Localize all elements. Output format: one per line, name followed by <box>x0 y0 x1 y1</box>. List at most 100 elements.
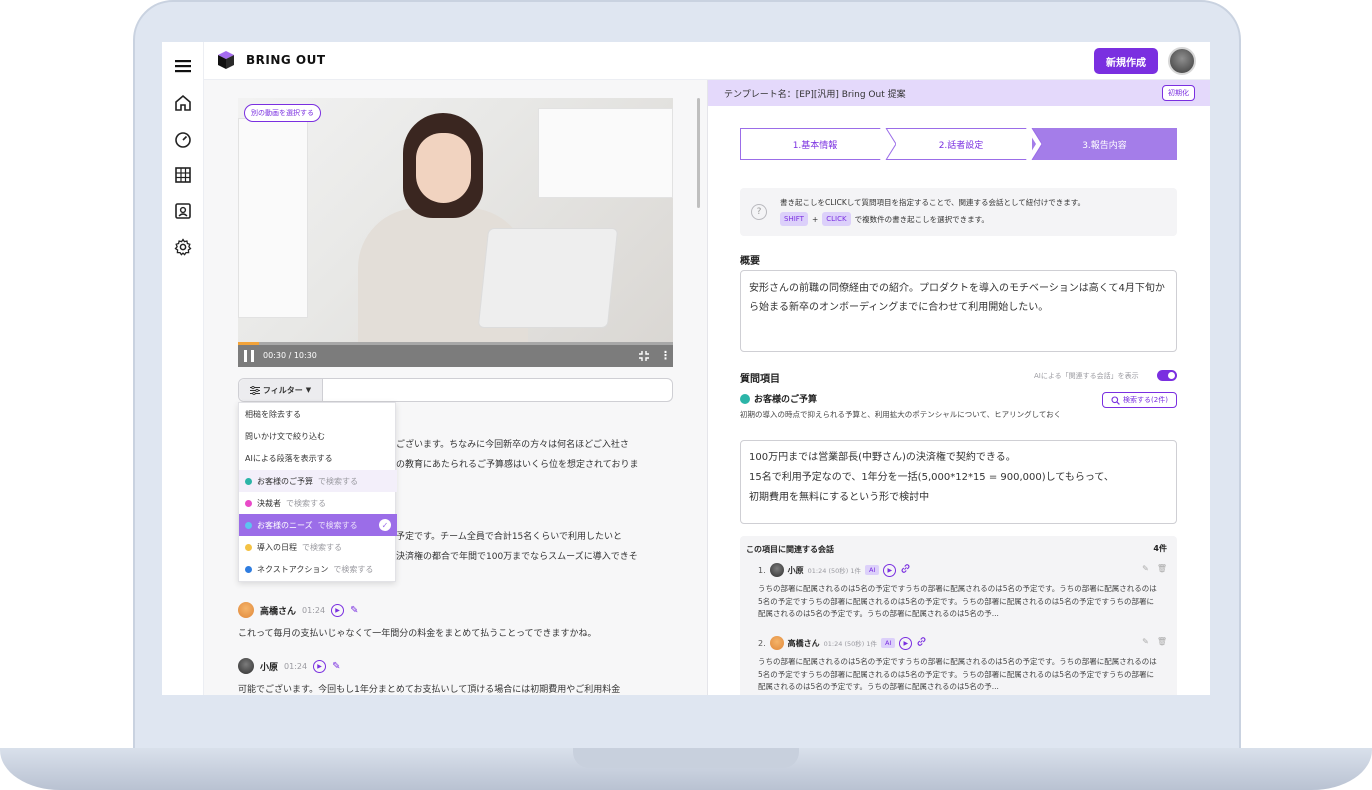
option-label: お客様のご予算 <box>257 476 313 486</box>
filter-option-question-only[interactable]: 問いかけ文で絞り込む <box>239 425 397 447</box>
hint-text: で複数件の書き起こしを選択できます。 <box>854 214 989 224</box>
trash-icon[interactable]: 🗑 <box>1157 637 1167 646</box>
help-icon: ? <box>751 204 767 220</box>
filter-option-remove-fillers[interactable]: 相槌を除去する <box>239 403 397 425</box>
answer-line: 100万円までは営業部長(中野さん)の決済権で契約できる。 <box>749 452 1016 463</box>
transcript-text[interactable]: 予定です。チーム全員で合計15名くらいで利用したいと <box>396 528 622 547</box>
bookshelf <box>238 118 308 318</box>
more-vertical-icon[interactable]: ⋮ <box>660 349 671 362</box>
new-create-button[interactable]: 新規作成 <box>1094 48 1158 74</box>
reset-button[interactable]: 初期化 <box>1162 85 1195 101</box>
edit-icon[interactable]: ✎ <box>1142 637 1149 646</box>
app-screen: BRING OUT 新規作成 別の動画を選択する 00:30 / 10:30 ⋮ <box>162 42 1210 695</box>
transcript-text[interactable]: 決済権の都合で年間で100万までならスムーズに導入できそ <box>396 548 638 567</box>
related-conversations: この項目に関連する会話 4件 1. 小原 01:24 (50秒) 1件 AI ▶… <box>740 536 1177 695</box>
option-label: お客様のニーズ <box>257 520 313 530</box>
select-other-video-button[interactable]: 別の動画を選択する <box>244 104 321 122</box>
fullscreen-exit-icon[interactable] <box>638 350 650 365</box>
hamburger-icon[interactable] <box>173 56 193 76</box>
trash-icon[interactable]: 🗑 <box>1157 564 1167 573</box>
option-sub: で検索する <box>317 520 358 530</box>
link-icon[interactable] <box>916 636 927 650</box>
transcript-text[interactable]: ございます。ちなみに今回新卒の方々は何名ほどご入社さ <box>396 436 629 455</box>
option-label: 問いかけ文で絞り込む <box>245 431 325 441</box>
home-icon[interactable] <box>173 93 193 113</box>
pause-icon[interactable] <box>244 350 254 362</box>
filter-option-budget[interactable]: お客様のご予算 で検索する <box>239 470 397 492</box>
related-item-header: 1. 小原 01:24 (50秒) 1件 AI ▶ <box>758 563 911 577</box>
step-report-content[interactable]: 3.報告内容 <box>1032 128 1177 160</box>
color-dot <box>245 543 252 551</box>
filter-button[interactable]: フィルター ▼ <box>239 379 323 401</box>
summary-textarea[interactable]: 安形さんの前職の同僚経由での紹介。プロダクトを導入のモチベーションは高くて4月下… <box>740 270 1177 352</box>
play-icon[interactable]: ▶ <box>883 563 897 577</box>
click-key: CLICK <box>822 212 851 226</box>
dashboard-icon[interactable] <box>173 129 193 149</box>
scrollbar-thumb[interactable] <box>697 98 700 208</box>
option-label: ネクストアクション <box>257 564 329 574</box>
transcript-text[interactable]: これって毎月の支払いじゃなくて一年間分の料金をまとめて払うことってできますかね。 <box>238 625 597 644</box>
speaker-time: 01:24 <box>284 661 308 671</box>
ai-badge: AI <box>880 638 896 648</box>
step-chevron <box>1026 128 1042 160</box>
brand-name: BRING OUT <box>246 53 326 67</box>
transcript-text[interactable]: の教育にあたられるご予算感はいくら位を想定されておりま <box>396 456 638 475</box>
hint-text: 書き起こしをCLICKして質問項目を指定することで、関連する会話として紐付けでき… <box>780 198 1086 207</box>
ai-related-toggle[interactable] <box>1157 370 1177 381</box>
color-dot <box>740 393 750 404</box>
edit-icon[interactable]: ✎ <box>1142 564 1149 573</box>
transcript-text[interactable]: 可能でございます。今回もし1年分まとめてお支払いして頂ける場合には初期費用やご利… <box>238 681 620 695</box>
contact-icon[interactable] <box>173 201 193 221</box>
play-icon[interactable]: ▶ <box>899 636 913 650</box>
filter-option-needs[interactable]: お客様のニーズ で検索する ✓ <box>239 514 397 536</box>
related-item-text[interactable]: うちの部署に配属されるのは5名の予定ですうちの部署に配属されるのは5名の予定です… <box>758 583 1160 621</box>
pen-icon[interactable]: ✎ <box>332 661 340 672</box>
right-pane: テンプレート名：[EP][汎用] Bring Out 提案 初期化 1.基本情報… <box>707 80 1210 695</box>
step-label: 2.話者設定 <box>938 140 984 151</box>
grid-icon[interactable] <box>173 165 193 185</box>
user-avatar[interactable] <box>1168 47 1196 75</box>
video-person-face <box>416 133 471 203</box>
link-icon[interactable] <box>900 563 911 577</box>
color-dot <box>245 477 252 485</box>
video-laptop <box>477 228 619 328</box>
related-item-tools: ✎ 🗑 <box>1142 637 1167 646</box>
step-label: 1.基本情報 <box>792 140 838 151</box>
step-chevron <box>880 128 896 160</box>
play-icon[interactable]: ▶ <box>331 603 345 617</box>
step-speaker-settings[interactable]: 2.話者設定 <box>886 128 1036 160</box>
left-rail <box>162 42 204 695</box>
related-item-tools: ✎ 🗑 <box>1142 564 1167 573</box>
search-related-button[interactable]: 検索する(2件) <box>1102 392 1177 408</box>
question-title-text: お客様のご予算 <box>754 395 818 405</box>
ai-badge: AI <box>864 565 880 575</box>
speaker-avatar <box>238 658 254 674</box>
answer-textarea[interactable]: 100万円までは営業部長(中野さん)の決済権で契約できる。 15名で利用予定なの… <box>740 440 1177 524</box>
pen-icon[interactable]: ✎ <box>350 605 358 616</box>
related-item-text[interactable]: うちの部署に配属されるのは5名の予定ですうちの部署に配属されるのは5名の予定です… <box>758 656 1160 694</box>
step-basic-info[interactable]: 1.基本情報 <box>740 128 890 160</box>
filter-bar[interactable]: フィルター ▼ <box>238 378 673 402</box>
option-label: 相槌を除去する <box>245 409 301 419</box>
play-icon[interactable]: ▶ <box>313 659 327 673</box>
related-item-number: 1. <box>758 565 766 575</box>
stepper: 1.基本情報 2.話者設定 3.報告内容 <box>740 128 1177 160</box>
filter-option-decision-maker[interactable]: 決裁者 で検索する <box>239 492 397 514</box>
speaker-name: 高橋さん <box>260 606 297 617</box>
speaker-row: 小原 01:24 ▶ ✎ <box>238 658 340 674</box>
gear-icon[interactable] <box>173 237 193 257</box>
filter-option-ai-paragraphs[interactable]: AIによる段落を表示する <box>239 447 397 469</box>
filter-option-next-action[interactable]: ネクストアクション で検索する <box>239 558 397 580</box>
option-sub: で検索する <box>302 542 342 552</box>
related-meta: 01:24 (50秒) 1件 <box>823 640 877 648</box>
laptop-notch <box>573 748 799 768</box>
option-label: 導入の日程 <box>257 542 297 552</box>
filter-option-schedule[interactable]: 導入の日程 で検索する <box>239 536 397 558</box>
speaker-time: 01:24 <box>302 605 326 615</box>
speaker-avatar <box>769 636 784 650</box>
top-bar: BRING OUT 新規作成 <box>204 42 1210 80</box>
shift-key: SHIFT <box>780 212 808 226</box>
question-title: お客様のご予算 <box>740 392 817 405</box>
caret-down-icon: ▼ <box>305 386 312 394</box>
video-player[interactable]: 別の動画を選択する <box>238 98 673 364</box>
